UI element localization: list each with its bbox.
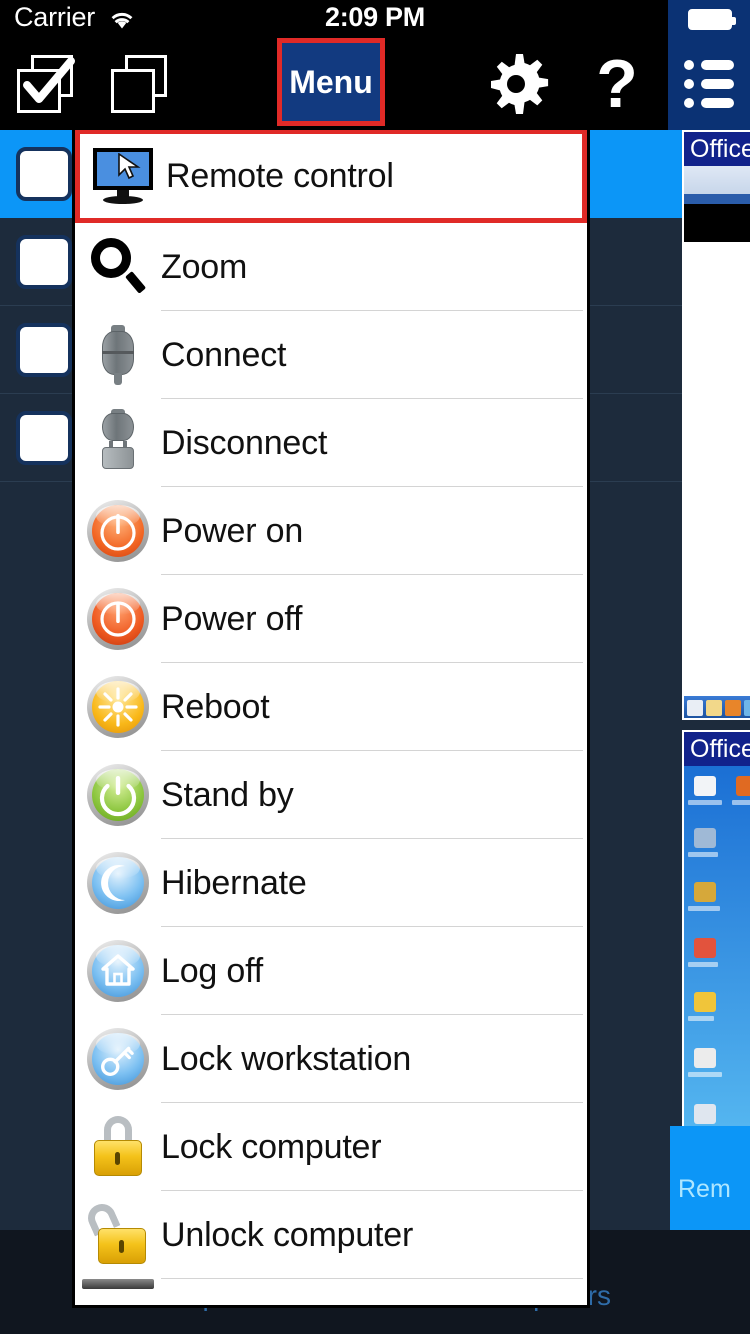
menu-popover: Remote control Zoom Connect Disconnect P… [72,126,590,1308]
reboot-icon [75,663,161,751]
menu-item-label: Log off [161,951,263,990]
menu-item-lock-workstation[interactable]: Lock workstation [75,1015,587,1103]
desktop-icon [694,882,716,902]
list-view-button[interactable] [668,38,750,130]
status-bar: Carrier 2:09 PM [0,0,750,38]
row-checkbox[interactable] [16,411,72,465]
padlock-closed-icon [75,1103,161,1191]
desktop-icon-label [688,1072,722,1077]
menu-item-connect[interactable]: Connect [75,311,587,399]
menu-item-label: Unlock computer [161,1215,414,1254]
menu-item-log-off[interactable]: Log off [75,927,587,1015]
thumbnail-blackbar [684,204,750,242]
menu-item-label: Lock computer [161,1127,382,1166]
thumbnail-bluebar [684,194,750,204]
menu-item-label: Power off [161,599,303,638]
desktop-icon [694,938,716,958]
thumbnail-title: Office [684,132,750,166]
desktop-icon-label [732,800,750,805]
app-root: Office Office Rem Remote control Zoom Co… [0,0,750,1334]
menu-item-label: Lock workstation [161,1039,412,1078]
settings-button[interactable] [470,38,562,130]
menu-item-label: Zoom [161,247,248,286]
menu-item-disconnect[interactable]: Disconnect [75,399,587,487]
desktop-icon [694,1048,716,1068]
desktop-icon-label [688,1016,714,1021]
desktop-icon [694,828,716,848]
desktop-icon [736,776,750,796]
menu-item-label: Stand by [161,775,294,814]
thumbnail-toolbar [684,166,750,194]
battery-icon [688,9,736,30]
gear-icon [491,54,549,114]
standby-icon [75,751,161,839]
status-bar-right-pane [668,0,750,38]
menu-item-label: Connect [161,335,287,374]
menu-item-stand-by[interactable]: Stand by [75,751,587,839]
menu-button[interactable]: Menu [277,38,385,126]
menu-item-partial-next[interactable] [75,1279,587,1305]
partial-icon [75,1279,161,1305]
deselect-all-button[interactable] [100,38,182,130]
row-checkbox[interactable] [16,147,72,201]
desktop-icon [694,1104,716,1124]
thumbnail-taskbar [684,696,750,718]
menu-item-hibernate[interactable]: Hibernate [75,839,587,927]
key-icon [75,1015,161,1103]
checkbox-stack-icon [17,55,77,113]
desktop-icon-label [688,852,718,857]
padlock-open-icon [75,1191,161,1279]
log-off-home-icon [75,927,161,1015]
toolbar-right-pane [668,38,750,130]
desktop-icon-label [688,800,722,805]
menu-item-label: Hibernate [161,863,307,902]
select-all-button[interactable] [6,38,88,130]
desktop-icon [694,992,716,1012]
menu-item-reboot[interactable]: Reboot [75,663,587,751]
power-off-icon [75,575,161,663]
thumbnail-card[interactable]: Office [682,130,750,720]
hibernate-moon-icon [75,839,161,927]
menu-item-label: Power on [161,511,304,550]
plug-connect-icon [75,311,161,399]
menu-item-power-on[interactable]: Power on [75,487,587,575]
help-button[interactable]: ? [575,38,659,130]
row-checkbox[interactable] [16,235,72,289]
menu-item-zoom[interactable]: Zoom [75,223,587,311]
question-mark-icon: ? [596,46,638,122]
desktop-icon [694,776,716,796]
thumbnail-column: Office Office Rem [670,130,750,1230]
row-checkbox[interactable] [16,323,72,377]
desktop-icon-label [688,906,720,911]
magnifier-icon [75,223,161,311]
menu-item-label: Disconnect [161,423,328,462]
thumbnail-title: Office [684,732,750,766]
thumbnail-canvas [684,242,750,696]
list-view-icon [684,60,734,108]
plug-disconnect-icon [75,399,161,487]
menu-item-unlock-computer[interactable]: Unlock computer [75,1191,587,1279]
menu-item-label: Reboot [161,687,270,726]
remote-side-button[interactable]: Rem [670,1126,750,1230]
monitor-cursor-icon [80,132,166,220]
menu-item-remote-control[interactable]: Remote control [75,129,587,223]
empty-stack-icon [111,55,171,113]
menu-item-lock-computer[interactable]: Lock computer [75,1103,587,1191]
clock-label: 2:09 PM [325,2,425,32]
power-on-icon [75,487,161,575]
menu-item-power-off[interactable]: Power off [75,575,587,663]
remote-side-label: Rem [678,1175,731,1203]
desktop-icon-label [688,962,718,967]
menu-item-label: Remote control [166,156,394,195]
